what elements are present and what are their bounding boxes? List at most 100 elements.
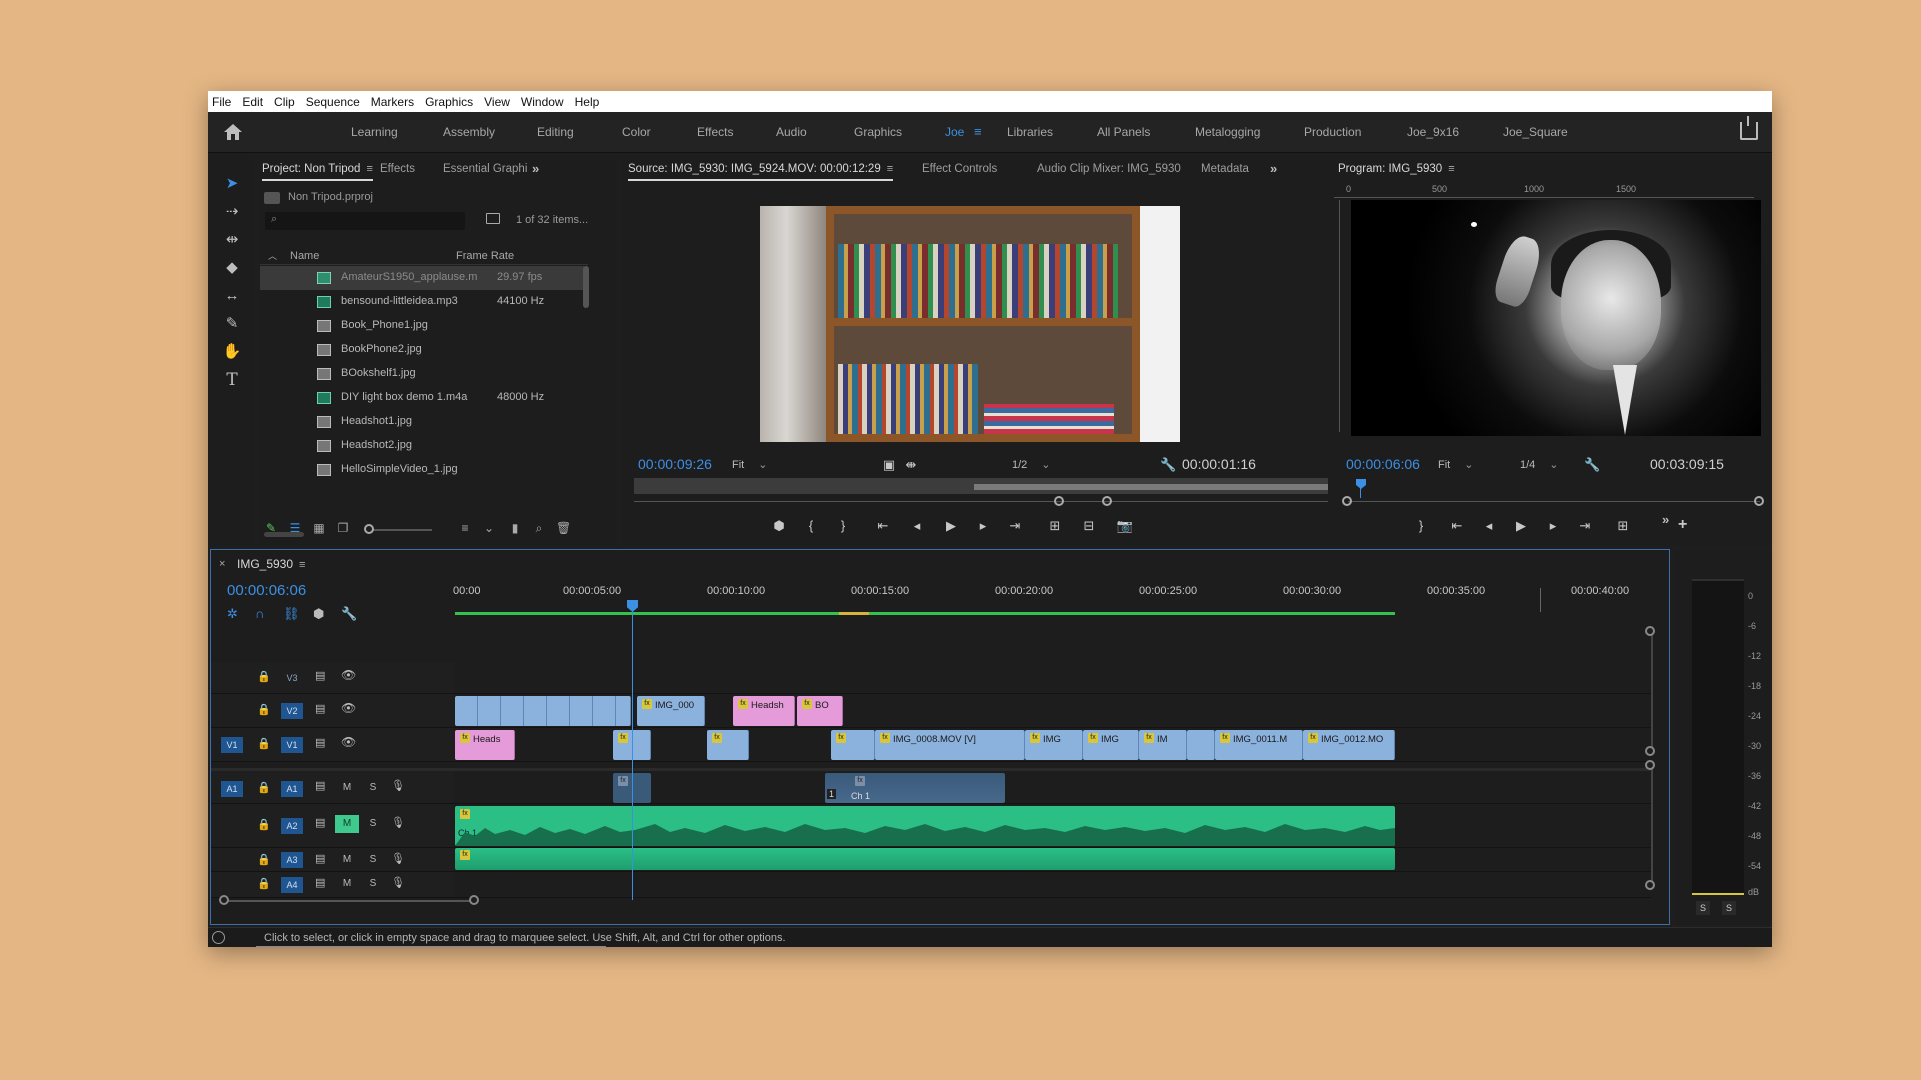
nest-icon[interactable]: ✲: [227, 606, 238, 622]
source-video-frame[interactable]: [760, 206, 1180, 442]
sync-lock-icon[interactable]: ▤: [315, 779, 325, 792]
scroll-handle-bottom[interactable]: [1645, 746, 1655, 756]
add-marker-icon[interactable]: ⬢: [770, 518, 788, 534]
type-tool-icon[interactable]: T: [222, 370, 242, 390]
razor-tool-icon[interactable]: ◆: [222, 258, 242, 278]
ripple-edit-tool-icon[interactable]: ⇹: [222, 230, 242, 250]
write-on-pencil-icon[interactable]: ✎: [264, 522, 278, 535]
program-fit-dropdown[interactable]: Fit: [1438, 458, 1473, 471]
panel-menu-icon[interactable]: ≡: [366, 163, 372, 175]
workspace-tab-libraries[interactable]: Libraries: [1007, 125, 1053, 139]
workspace-tab-joe-9x16[interactable]: Joe_9x16: [1407, 125, 1459, 139]
close-icon[interactable]: ×: [219, 558, 225, 570]
workspace-tab-audio[interactable]: Audio: [776, 125, 807, 139]
tab-effects[interactable]: Effects: [380, 163, 415, 175]
sort-chevron-icon[interactable]: ︿: [268, 249, 277, 262]
go-to-out-icon[interactable]: ⇥: [1576, 518, 1594, 534]
sync-lock-icon[interactable]: ▤: [315, 852, 325, 865]
track-label-a4[interactable]: A4: [281, 877, 303, 893]
menu-markers[interactable]: Markers: [371, 95, 414, 109]
project-item[interactable]: Book_Phone1.jpg: [260, 314, 584, 338]
sync-lock-icon[interactable]: ▤: [315, 816, 325, 829]
video-clip[interactable]: fx IM: [1139, 730, 1187, 760]
panel-menu-icon[interactable]: ≡: [1448, 163, 1454, 175]
audio-clip[interactable]: 1 fx Ch 1: [825, 773, 1005, 803]
program-zoom-start-handle[interactable]: [1342, 496, 1352, 506]
linked-selection-icon[interactable]: ⛓: [283, 606, 300, 622]
selection-tool-icon[interactable]: ➤: [222, 174, 242, 194]
automate-to-sequence-icon[interactable]: ⌄: [482, 522, 496, 535]
mark-out-icon[interactable]: }: [1412, 518, 1430, 533]
export-frame-icon[interactable]: 📷: [1116, 518, 1134, 534]
audio-tracks-scrollbar[interactable]: [1651, 762, 1653, 882]
scroll-handle-top[interactable]: [1645, 760, 1655, 770]
new-bin-icon[interactable]: [486, 213, 500, 224]
more-controls-icon[interactable]: »: [1662, 512, 1669, 527]
project-item[interactable]: BOokshelf1.jpg: [260, 362, 584, 386]
microphone-icon[interactable]: 🎙: [391, 816, 405, 829]
lock-icon[interactable]: 🔒: [257, 818, 271, 831]
lock-icon[interactable]: 🔒: [257, 853, 271, 866]
mute-button[interactable]: M: [335, 851, 359, 869]
add-marker-icon[interactable]: ⬢: [313, 606, 324, 622]
tab-essential-graphics[interactable]: Essential Graphi: [443, 163, 527, 175]
program-video-frame[interactable]: [1351, 200, 1761, 436]
icon-view-icon[interactable]: ▦: [312, 522, 326, 535]
video-clip[interactable]: fx IMG: [1025, 730, 1083, 760]
menu-view[interactable]: View: [484, 95, 510, 109]
find-icon[interactable]: ⌕: [532, 522, 546, 535]
video-clip[interactable]: fx IMG_0008.MOV [V]: [875, 730, 1025, 760]
more-panels-icon[interactable]: »: [1270, 161, 1277, 176]
video-clip[interactable]: fx IMG: [1083, 730, 1139, 760]
menu-help[interactable]: Help: [575, 95, 600, 109]
slip-tool-icon[interactable]: ↔: [222, 286, 242, 306]
project-item[interactable]: bensound-littleidea.mp3 44100 Hz: [260, 290, 584, 314]
project-item[interactable]: Headshot1.jpg: [260, 410, 584, 434]
microphone-icon[interactable]: 🎙: [391, 876, 405, 889]
video-clip[interactable]: fx: [707, 730, 749, 760]
zoom-slider-track[interactable]: [372, 529, 432, 531]
workspace-tab-color[interactable]: Color: [622, 125, 651, 139]
scroll-handle-bottom[interactable]: [1645, 880, 1655, 890]
project-item[interactable]: BookPhone2.jpg: [260, 338, 584, 362]
track-label-a3[interactable]: A3: [281, 852, 303, 868]
play-icon[interactable]: ▶: [1512, 518, 1530, 534]
solo-button[interactable]: S: [361, 815, 385, 833]
tab-effect-controls[interactable]: Effect Controls: [922, 163, 997, 175]
microphone-icon[interactable]: 🎙: [391, 779, 405, 792]
freeform-view-icon[interactable]: ❐: [336, 522, 350, 535]
column-frame-rate[interactable]: Frame Rate: [456, 250, 514, 262]
play-icon[interactable]: ▶: [942, 518, 960, 534]
panel-menu-icon[interactable]: ≡: [299, 559, 305, 571]
workspace-tab-graphics[interactable]: Graphics: [854, 125, 902, 139]
source-zoom-end-handle[interactable]: [1102, 496, 1112, 506]
source-patch-v1[interactable]: V1: [221, 737, 243, 753]
program-resolution-dropdown[interactable]: 1/4: [1520, 458, 1559, 471]
music-audio-clip[interactable]: fx: [455, 848, 1395, 870]
menu-file[interactable]: File: [212, 95, 231, 109]
tab-source[interactable]: Source: IMG_5930: IMG_5924.MOV: 00:00:12…: [628, 163, 894, 181]
step-forward-icon[interactable]: ▸: [974, 518, 992, 534]
timeline-zoom-scrollbar[interactable]: [225, 900, 475, 902]
new-item-bars-icon[interactable]: ▮: [508, 522, 522, 535]
menu-graphics[interactable]: Graphics: [425, 95, 473, 109]
program-current-time[interactable]: 00:00:06:06: [1346, 456, 1420, 472]
panel-menu-icon[interactable]: ≡: [887, 163, 893, 175]
sync-lock-icon[interactable]: ▤: [315, 876, 325, 889]
insert-icon[interactable]: ⊞: [1046, 518, 1064, 534]
lift-icon[interactable]: ⊞: [1614, 518, 1632, 534]
graphic-clip[interactable]: fx Heads: [455, 730, 515, 760]
lock-icon[interactable]: 🔒: [257, 670, 271, 683]
mute-button[interactable]: M: [335, 779, 359, 797]
zoom-slider-handle[interactable]: [364, 524, 374, 534]
video-clip[interactable]: fx: [831, 730, 875, 760]
source-scrub-bar[interactable]: [634, 478, 1374, 494]
button-editor-plus-icon[interactable]: +: [1678, 516, 1687, 534]
mute-button[interactable]: M: [335, 875, 359, 893]
drag-video-icon[interactable]: ▣: [880, 457, 898, 473]
meter-solo-right-button[interactable]: S: [1722, 901, 1736, 915]
sort-icons-icon[interactable]: ≡: [458, 522, 472, 535]
sync-lock-icon[interactable]: ▤: [315, 702, 325, 715]
column-name[interactable]: Name: [290, 250, 319, 262]
tab-audio-clip-mixer[interactable]: Audio Clip Mixer: IMG_5930: [1037, 163, 1181, 175]
